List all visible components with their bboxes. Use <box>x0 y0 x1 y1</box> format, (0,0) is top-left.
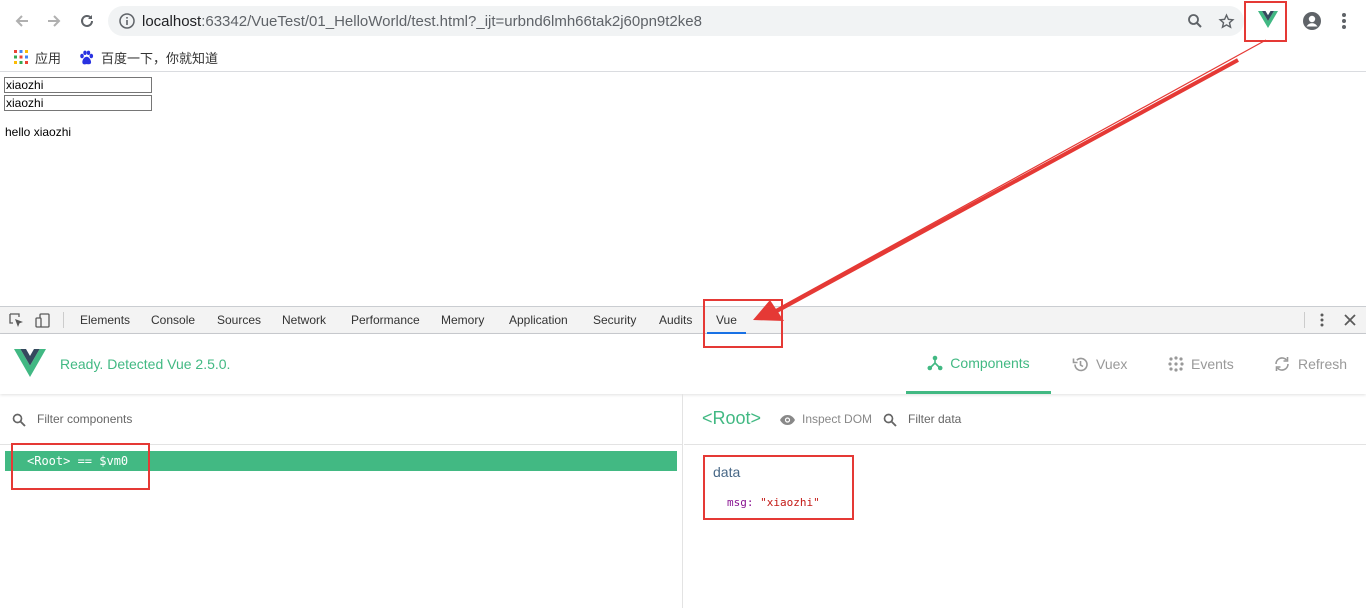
annotation-arrow <box>753 39 1267 321</box>
